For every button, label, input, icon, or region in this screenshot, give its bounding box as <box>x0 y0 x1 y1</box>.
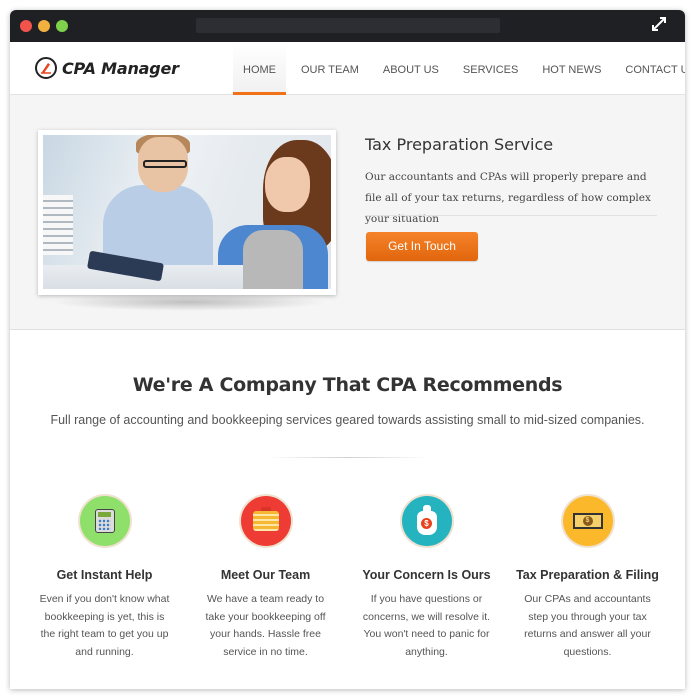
get-in-touch-button[interactable]: Get In Touch <box>366 232 478 261</box>
minimize-window-button[interactable] <box>38 20 50 32</box>
brand-logo[interactable]: CPA Manager <box>35 57 179 79</box>
hero-divider <box>365 215 657 216</box>
hero-section: Tax Preparation Service Our accountants … <box>10 95 685 330</box>
intro-divider <box>268 457 428 458</box>
dollar-glyph: $ <box>582 516 593 526</box>
address-bar[interactable] <box>196 18 500 33</box>
photo-shadow <box>50 293 328 311</box>
money-bag-icon: $ <box>416 505 437 535</box>
site-header: CPA Manager HOME OUR TEAM ABOUT US SERVI… <box>10 42 685 95</box>
nav-contact-us[interactable]: CONTACT US <box>615 42 685 95</box>
brand-name: CPA Manager <box>62 58 179 78</box>
feature-icon-circle: $ <box>401 496 452 546</box>
calculator-icon <box>94 509 115 533</box>
maximize-window-button[interactable] <box>56 20 68 32</box>
feature-icon-circle <box>79 496 130 546</box>
feature-text: We have a team ready to take your bookke… <box>205 593 326 658</box>
features-list: Get Instant Help Even if you don't know … <box>24 496 684 661</box>
pen-circle-icon <box>35 57 57 79</box>
hero-photo-frame <box>38 130 336 295</box>
feature-title: Get Instant Help <box>56 568 153 582</box>
feature-text: If you have questions or concerns, we wi… <box>362 593 491 658</box>
feature-text: Our CPAs and accountants step you throug… <box>524 593 651 658</box>
browser-window: CPA Manager HOME OUR TEAM ABOUT US SERVI… <box>10 10 685 689</box>
feature-title: Tax Preparation & Filing <box>516 568 659 582</box>
window-titlebar <box>10 10 685 42</box>
feature-item: $ Tax Preparation & Filing Our CPAs and … <box>507 496 668 661</box>
nav-about-us[interactable]: ABOUT US <box>373 42 449 95</box>
banknote-icon: $ <box>572 513 603 529</box>
nav-services[interactable]: SERVICES <box>453 42 528 95</box>
feature-text: Even if you don't know what bookkeeping … <box>39 593 170 658</box>
nav-home[interactable]: HOME <box>233 42 286 95</box>
feature-item: $ Your Concern Is Ours If you have quest… <box>346 496 507 661</box>
close-window-button[interactable] <box>20 20 32 32</box>
intro-subtitle: Full range of accounting and bookkeeping… <box>50 413 645 427</box>
nav-our-team[interactable]: OUR TEAM <box>291 42 369 95</box>
hero-photo <box>43 135 331 289</box>
feature-title: Meet Our Team <box>220 568 311 582</box>
feature-item: Get Instant Help Even if you don't know … <box>24 496 185 661</box>
feature-title: Your Concern Is Ours <box>362 568 491 582</box>
expand-arrows-icon[interactable] <box>649 16 669 36</box>
hero-description: Our accountants and CPAs will properly p… <box>365 171 651 225</box>
hero-title: Tax Preparation Service <box>365 135 554 154</box>
feature-item: Meet Our Team We have a team ready to ta… <box>185 496 346 661</box>
dollar-glyph: $ <box>421 517 432 529</box>
feature-icon-circle: $ <box>562 496 613 546</box>
nav-hot-news[interactable]: HOT NEWS <box>532 42 611 95</box>
briefcase-icon <box>252 507 279 531</box>
main-nav: HOME OUR TEAM ABOUT US SERVICES HOT NEWS… <box>233 42 685 95</box>
intro-title: We're A Company That CPA Recommends <box>132 374 563 396</box>
feature-icon-circle <box>240 496 291 546</box>
